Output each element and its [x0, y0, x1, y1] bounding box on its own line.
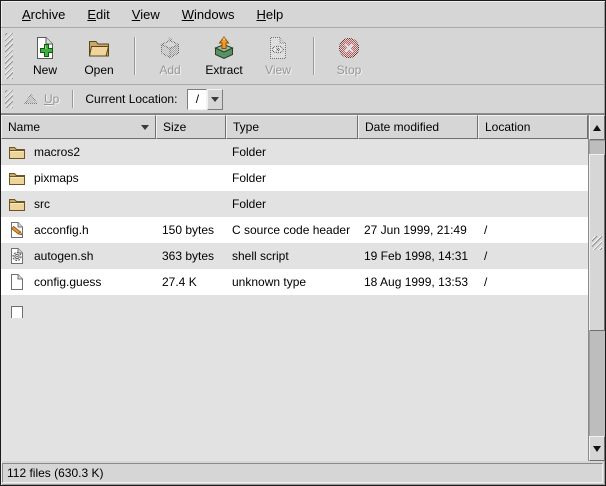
file-location: / — [478, 275, 588, 289]
scroll-up-button[interactable] — [589, 115, 605, 140]
file-type: Folder — [226, 145, 358, 159]
file-type: Folder — [226, 197, 358, 211]
up-icon — [24, 93, 38, 105]
vertical-scrollbar — [588, 115, 605, 461]
location-bar: Up Current Location: / — [1, 85, 605, 114]
location-input[interactable]: / — [187, 89, 207, 110]
file-name: macros2 — [34, 145, 80, 159]
file-name: autogen.sh — [34, 249, 93, 263]
table-row[interactable]: src Folder — [1, 191, 588, 217]
script-icon — [8, 248, 26, 264]
view-file-icon — [266, 36, 290, 60]
file-size: 150 bytes — [156, 223, 226, 237]
open-button[interactable]: Open — [72, 31, 126, 81]
file-date-modified: 19 Feb 1998, 14:31 — [358, 249, 478, 263]
stop-icon — [337, 36, 361, 60]
status-bar: 112 files (630.3 K) — [1, 461, 605, 485]
location-dropdown-button[interactable] — [207, 89, 223, 110]
toolbar: New Open Add Extract View Stop — [1, 28, 605, 85]
document-icon — [8, 274, 26, 290]
file-date-modified: 27 Jun 1999, 21:49 — [358, 223, 478, 237]
file-type: C source code header — [226, 223, 358, 237]
up-button[interactable]: Up — [18, 90, 65, 108]
location-bar-separator — [72, 90, 73, 108]
archive-manager-window: Archive Edit View Windows Help New Open … — [0, 0, 606, 486]
current-location-label: Current Location: — [85, 92, 177, 106]
status-text: 112 files (630.3 K) — [7, 466, 104, 480]
menu-archive[interactable]: Archive — [11, 3, 76, 26]
menubar: Archive Edit View Windows Help — [1, 1, 605, 28]
new-button[interactable]: New — [18, 31, 72, 81]
document-icon — [11, 306, 23, 318]
file-name: config.guess — [34, 275, 101, 289]
table-row[interactable]: config.guess 27.4 K unknown type 18 Aug … — [1, 269, 588, 295]
file-list-area: Name Size Type Date modified Location ma… — [1, 114, 605, 461]
scrollbar-thumb[interactable] — [589, 154, 605, 331]
stop-button[interactable]: Stop — [322, 31, 376, 81]
arrow-down-icon — [593, 446, 601, 452]
extract-icon — [212, 36, 236, 60]
table-row[interactable]: pixmaps Folder — [1, 165, 588, 191]
extract-button[interactable]: Extract — [197, 31, 251, 81]
file-date-modified: 18 Aug 1999, 13:53 — [358, 275, 478, 289]
table-header: Name Size Type Date modified Location — [1, 115, 588, 139]
toolbar-separator — [134, 37, 135, 75]
add-button[interactable]: Add — [143, 31, 197, 81]
column-header-name[interactable]: Name — [1, 115, 156, 139]
table-body: macros2 Folder pixmaps Folder src Folder… — [1, 139, 588, 300]
file-type: Folder — [226, 171, 358, 185]
menu-view[interactable]: View — [121, 3, 171, 26]
file-name: pixmaps — [34, 171, 79, 185]
file-name: src — [34, 197, 50, 211]
file-location: / — [478, 249, 588, 263]
open-archive-icon — [87, 36, 111, 60]
chevron-down-icon — [211, 97, 219, 102]
arrow-up-icon — [593, 125, 601, 131]
location-combo: / — [187, 89, 223, 110]
view-button[interactable]: View — [251, 31, 305, 81]
menu-edit[interactable]: Edit — [76, 3, 120, 26]
file-type: unknown type — [226, 275, 358, 289]
file-name: acconfig.h — [34, 223, 89, 237]
status-frame: 112 files (630.3 K) — [2, 463, 603, 483]
table-row[interactable]: macros2 Folder — [1, 139, 588, 165]
c-header-icon — [8, 222, 26, 238]
file-location: / — [478, 223, 588, 237]
new-archive-icon — [33, 36, 57, 60]
column-header-type[interactable]: Type — [226, 115, 358, 139]
column-header-date-modified[interactable]: Date modified — [358, 115, 478, 139]
menu-windows[interactable]: Windows — [171, 3, 246, 26]
folder-icon — [8, 196, 26, 212]
location-bar-drag-handle[interactable] — [5, 90, 13, 108]
table-row[interactable]: autogen.sh 363 bytes shell script 19 Feb… — [1, 243, 588, 269]
menu-help[interactable]: Help — [245, 3, 294, 26]
column-header-size[interactable]: Size — [156, 115, 226, 139]
folder-icon — [8, 170, 26, 186]
toolbar-drag-handle[interactable] — [5, 33, 13, 79]
sort-indicator-icon — [141, 125, 149, 130]
file-size: 27.4 K — [156, 275, 226, 289]
scrollbar-trough[interactable] — [589, 140, 605, 436]
partial-row[interactable] — [1, 300, 588, 461]
column-header-location[interactable]: Location — [478, 115, 588, 139]
file-type: shell script — [226, 249, 358, 263]
add-files-icon — [158, 36, 182, 60]
file-table: Name Size Type Date modified Location ma… — [1, 115, 588, 461]
file-size: 363 bytes — [156, 249, 226, 263]
toolbar-separator — [313, 37, 314, 75]
folder-icon — [8, 144, 26, 160]
scroll-down-button[interactable] — [589, 436, 605, 461]
table-row[interactable]: acconfig.h 150 bytes C source code heade… — [1, 217, 588, 243]
